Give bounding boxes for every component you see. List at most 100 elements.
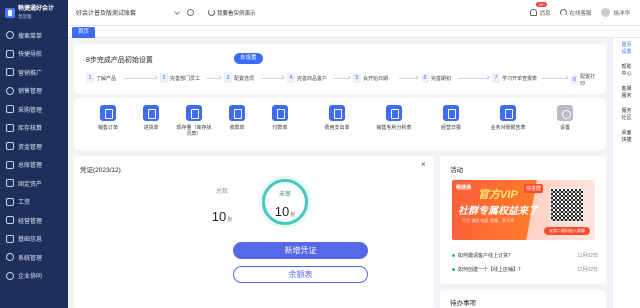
sidebar-item-system[interactable]: 系统管理	[0, 248, 68, 267]
setup-step-1[interactable]: 1 了解产品	[86, 73, 116, 83]
quick-action-label: 付款单	[272, 125, 288, 131]
setup-step-7[interactable]: 7 学习开单查报表	[492, 73, 537, 83]
sidebar-item-basic-info[interactable]: 基础信息	[0, 230, 68, 249]
sidebar-item-funds[interactable]: 资金管理	[0, 137, 68, 156]
sidebar-item-label: 销售管理	[18, 89, 43, 96]
rail-desktop-shortcut[interactable]: 桌面 快捷	[613, 126, 640, 148]
online-service-button[interactable]: 在线客服	[560, 9, 591, 17]
quick-purchase-receipt[interactable]: 进货单	[132, 105, 170, 131]
activity-banner[interactable]: 畅捷通 官方VIP 快进群 社群专属权益来了 干货·课程·抽奖·客服，享不停 长…	[452, 180, 595, 240]
sidebar-item-collaboration[interactable]: 企业协同	[0, 267, 68, 286]
balance-sheet-button[interactable]: 余额表	[233, 266, 368, 283]
arrow-right-icon	[414, 75, 419, 80]
bullet-dot-icon	[452, 268, 455, 271]
rail-customer-service[interactable]: 客服 服务	[613, 82, 640, 104]
banner-scan-label: 长按二维码加入群聊	[544, 227, 590, 235]
quick-daily-report[interactable]: 经营日报	[432, 105, 470, 131]
refresh-icon	[208, 9, 216, 16]
news-date: 11月02日	[577, 267, 598, 273]
brand-logo[interactable]: 畅捷通好会计 普及版	[0, 0, 68, 26]
quick-expense[interactable]: 费用支出单	[318, 105, 356, 131]
quick-action-label: 设置	[559, 125, 570, 131]
demo-link[interactable]: 我要看实例演示	[208, 9, 256, 17]
news-item[interactable]: 如何创建一个【线上店铺】？ 11月02日	[452, 266, 598, 273]
voucher-card: 凭证(2023/12) × 总数 10张 未审 10张 新增凭证 余额表	[74, 156, 434, 308]
messages-label: 消息	[539, 10, 551, 17]
news-title: 如何创建一个【线上店铺】？	[458, 267, 524, 273]
quick-reconcile-report[interactable]: 业务对账报告表	[489, 105, 527, 131]
tab-home[interactable]: 首页	[72, 27, 96, 38]
inventory-icon	[186, 105, 202, 121]
quick-sales-order[interactable]: 销售订单	[89, 105, 127, 131]
close-icon[interactable]: ×	[421, 160, 426, 169]
quick-action-label: 经营日报	[440, 125, 461, 131]
sidebar-item-label: 工资	[18, 200, 31, 207]
quick-payment[interactable]: 付款单	[261, 105, 299, 131]
sidebar-item-label: 库存核算	[18, 126, 43, 133]
top-bar: 好会计普及版测试账套 我要看实例演示 99+ 消息 在线客服 徐洋华	[68, 0, 640, 26]
setup-steps: 1 了解产品 2 完善部门员工 3 配置选项 4 完善商品客户 5 会开始日期 6 完善期初…	[86, 73, 598, 87]
account-settings-gear-icon[interactable]	[187, 9, 195, 16]
user-menu[interactable]: 徐洋华	[601, 8, 630, 17]
step-label: 完善部门员工	[170, 75, 201, 82]
quick-stock-on-hand[interactable]: 现存量（库存状况表）	[175, 105, 213, 137]
daily-report-icon	[443, 105, 459, 121]
unreviewed-value-row: 10张	[265, 204, 305, 219]
sidebar-item-ledger[interactable]: 总账管理	[0, 156, 68, 175]
arrow-right-icon	[217, 75, 222, 80]
sidebar-item-marketing[interactable]: 营销推广	[0, 63, 68, 82]
arrow-right-icon	[564, 75, 569, 80]
salary-icon	[6, 197, 14, 206]
sidebar-item-search[interactable]: 搜索菜单	[0, 26, 68, 45]
chevron-down-icon	[174, 8, 180, 15]
step-label: 完善期初	[431, 75, 452, 82]
team-icon	[6, 271, 14, 280]
sidebar-item-salary[interactable]: 工资	[0, 193, 68, 212]
sidebar-item-label: 搜索菜单	[18, 33, 43, 40]
megaphone-icon	[6, 68, 14, 77]
setup-step-2[interactable]: 2 完善部门员工	[160, 73, 200, 83]
step-label: 配置选项	[234, 75, 255, 82]
rail-home-settings[interactable]: 首页 设置	[613, 38, 640, 60]
sidebar-item-purchase[interactable]: 采购管理	[0, 100, 68, 119]
total-value: 10	[211, 209, 227, 224]
go-setup-button[interactable]: 去设置	[234, 53, 263, 64]
step-number: 1	[86, 73, 94, 83]
quick-settings[interactable]: 设置	[546, 105, 584, 131]
setup-step-4[interactable]: 4 完善商品客户	[287, 73, 327, 83]
setup-step-3[interactable]: 3 配置选项	[224, 73, 254, 83]
news-item[interactable]: 如何邀请客户线上订货？ 11月02日	[452, 252, 598, 259]
sidebar-item-operations[interactable]: 经营管理	[0, 211, 68, 230]
rail-help-center[interactable]: 帮助 中心	[613, 60, 640, 82]
setup-step-5[interactable]: 5 会开始日期	[353, 73, 388, 83]
messages-button[interactable]: 99+ 消息	[530, 1, 551, 17]
total-label: 总数	[215, 189, 228, 195]
sidebar-item-fixed-assets[interactable]: 固定资产	[0, 174, 68, 193]
add-voucher-button[interactable]: 新增凭证	[233, 242, 368, 259]
reconcile-icon	[500, 105, 516, 121]
step-connector	[124, 78, 156, 79]
step-label: 配置打印	[580, 74, 596, 87]
rail-community[interactable]: 服务 社区	[613, 104, 640, 126]
user-name: 徐洋华	[613, 10, 630, 17]
setup-step-6[interactable]: 6 完善期初	[421, 73, 451, 83]
voucher-unreviewed[interactable]: 未审 10张	[262, 179, 308, 225]
sidebar-item-label: 固定资产	[18, 181, 43, 188]
setup-step-8[interactable]: 8 配置打印	[571, 73, 598, 87]
ledger-icon	[6, 160, 14, 169]
unreviewed-label: 未审	[278, 192, 291, 198]
quick-receipt[interactable]: 收款单	[218, 105, 256, 131]
step-label: 了解产品	[96, 75, 117, 82]
account-selector[interactable]: 好会计普及版测试账套	[76, 8, 180, 17]
quick-profit-report[interactable]: 销售毛利分析表	[375, 105, 413, 131]
search-icon	[6, 31, 14, 40]
logo-icon	[5, 8, 15, 18]
service-label: 在线客服	[569, 10, 592, 17]
sidebar-item-label: 资金管理	[18, 144, 43, 151]
sidebar-item-sales[interactable]: 销售管理	[0, 82, 68, 101]
sidebar-item-quick-nav[interactable]: 快捷导航	[0, 45, 68, 64]
voucher-total[interactable]: 总数 10张	[202, 186, 242, 224]
sidebar-item-inventory[interactable]: 库存核算	[0, 119, 68, 138]
headset-icon	[560, 9, 568, 16]
cart-icon	[6, 105, 14, 114]
